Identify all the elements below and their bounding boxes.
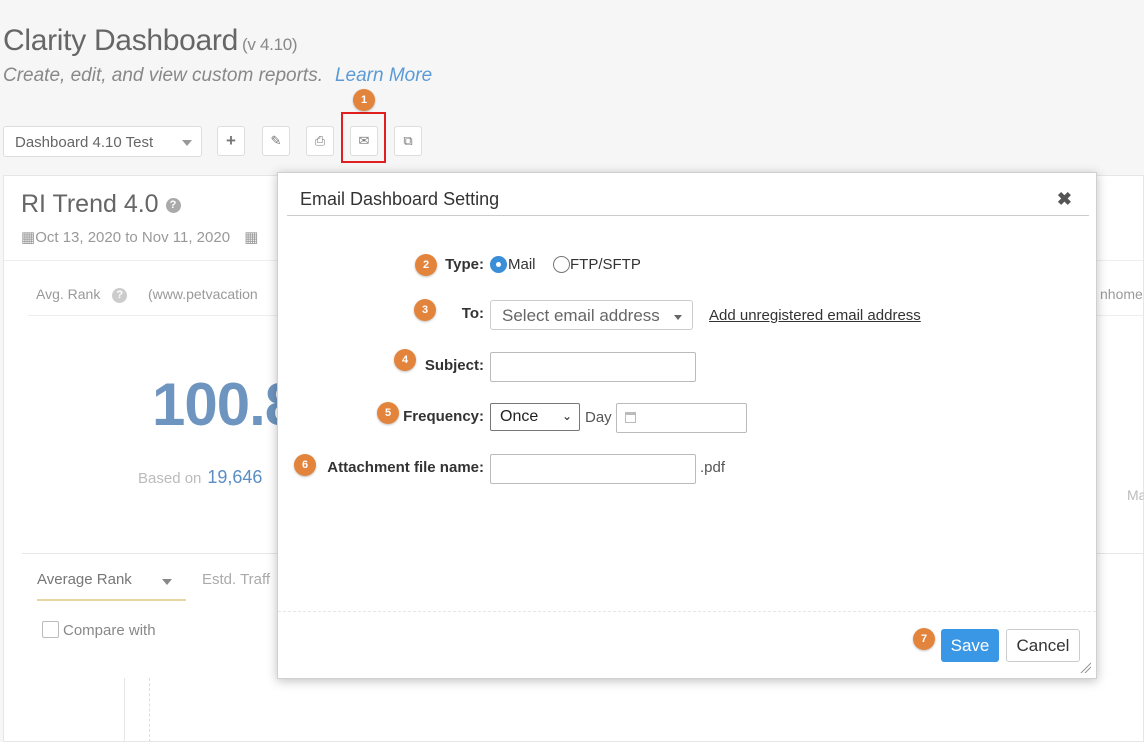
card-title: RI Trend 4.0 ? xyxy=(21,190,181,219)
attachment-extension: .pdf xyxy=(700,459,726,476)
chevron-down-icon[interactable] xyxy=(162,579,172,585)
page-subtitle-text: Create, edit, and view custom reports. xyxy=(3,65,323,86)
step-badge-1: 1 xyxy=(353,89,375,111)
type-label: Type: xyxy=(445,256,484,273)
frequency-label: Frequency: xyxy=(403,408,484,425)
save-button[interactable]: Save xyxy=(941,629,999,662)
right-domain-label: nhome xyxy=(1100,286,1143,302)
calendar-icon xyxy=(625,412,636,423)
subject-label: Subject: xyxy=(424,357,484,374)
page-version: (v 4.10) xyxy=(242,35,298,54)
compare-with-checkbox[interactable]: Compare with xyxy=(42,621,156,639)
avg-rank-label-text: Avg. Rank xyxy=(36,286,101,302)
dashboard-select[interactable]: Dashboard 4.10 Test xyxy=(3,126,202,157)
to-email-placeholder: Select email address xyxy=(502,306,660,325)
page-title-text: Clarity Dashboard xyxy=(3,24,239,57)
day-label: Day xyxy=(585,409,612,426)
add-dashboard-button[interactable]: + xyxy=(217,126,245,156)
date-range[interactable]: ▦Oct 13, 2020 to Nov 11, 2020 ▦ xyxy=(21,228,258,246)
add-unregistered-email-link[interactable]: Add unregistered email address xyxy=(709,307,921,324)
resize-handle[interactable] xyxy=(1079,661,1091,673)
subject-input[interactable] xyxy=(490,352,696,382)
tab-estd-traffic[interactable]: Estd. Traff xyxy=(202,571,270,588)
attachment-file-name-label: Attachment file name: xyxy=(327,459,484,476)
help-icon[interactable]: ? xyxy=(165,197,181,213)
day-date-input[interactable] xyxy=(616,403,747,433)
domain-label: (www.petvacation xyxy=(148,286,258,302)
step-badge-2: 2 xyxy=(415,254,437,276)
based-on-label: Based on xyxy=(138,470,202,487)
frequency-select[interactable]: Once ⌄ xyxy=(490,403,580,431)
chevron-down-icon xyxy=(182,140,192,146)
type-radio-ftp[interactable] xyxy=(553,256,570,273)
chevron-down-icon: ⌄ xyxy=(561,409,572,423)
pencil-icon: ✎ xyxy=(270,133,282,148)
plus-icon: + xyxy=(226,131,236,150)
email-dashboard-dialog: Email Dashboard Setting ✖ 2 Type: Mail F… xyxy=(277,172,1097,679)
avg-rank-label: Avg. Rank ? xyxy=(36,286,128,303)
avg-rank-value: 100.8 xyxy=(152,371,298,438)
print-dashboard-button[interactable]: ⎙ xyxy=(306,126,334,156)
step-badge-3: 3 xyxy=(414,299,436,321)
based-on-text: Based on 19,646 xyxy=(138,467,262,488)
type-radio-ftp-label[interactable]: FTP/SFTP xyxy=(570,256,641,273)
based-on-value: 19,646 xyxy=(207,467,263,487)
date-range-text: Oct 13, 2020 to Nov 11, 2020 xyxy=(35,229,231,246)
checkbox-box[interactable] xyxy=(42,621,59,638)
dashboard-select-value: Dashboard 4.10 Test xyxy=(15,134,154,151)
page-title: Clarity Dashboard (v 4.10) xyxy=(3,24,298,58)
card-title-text: RI Trend 4.0 xyxy=(21,190,159,218)
to-label: To: xyxy=(461,305,484,322)
type-radio-mail[interactable] xyxy=(490,256,507,273)
learn-more-link[interactable]: Learn More xyxy=(335,65,432,86)
attachment-file-name-input[interactable] xyxy=(490,454,696,484)
compare-with-label: Compare with xyxy=(63,622,156,639)
page-subtitle: Create, edit, and view custom reports. Le… xyxy=(3,65,432,87)
dialog-footer-divider xyxy=(278,611,1096,612)
help-icon[interactable]: ? xyxy=(112,287,128,303)
dialog-title: Email Dashboard Setting xyxy=(300,189,500,209)
email-button-highlight xyxy=(341,112,386,163)
chevron-down-icon xyxy=(674,315,682,320)
calendar-icon: ▦ xyxy=(244,229,259,246)
print-icon: ⎙ xyxy=(314,133,326,148)
step-badge-7: 7 xyxy=(913,628,935,650)
tab-average-rank[interactable]: Average Rank xyxy=(37,571,186,601)
calendar-icon: ▦ xyxy=(21,229,36,246)
to-email-select[interactable]: Select email address xyxy=(490,300,693,330)
cancel-button[interactable]: Cancel xyxy=(1006,629,1080,662)
tab-average-rank-label: Average Rank xyxy=(37,571,132,588)
type-radio-mail-label[interactable]: Mail xyxy=(508,256,536,273)
chart-grid-line xyxy=(149,678,150,742)
close-icon[interactable]: ✖ xyxy=(1057,189,1072,210)
copy-dashboard-button[interactable]: ⧉ xyxy=(394,126,422,156)
frequency-select-value: Once xyxy=(500,408,539,425)
edit-dashboard-button[interactable]: ✎ xyxy=(262,126,290,156)
right-fragment: Ma xyxy=(1127,487,1144,503)
copy-icon: ⧉ xyxy=(403,133,413,148)
chart-axis-line xyxy=(124,678,125,742)
dialog-divider xyxy=(287,215,1089,216)
